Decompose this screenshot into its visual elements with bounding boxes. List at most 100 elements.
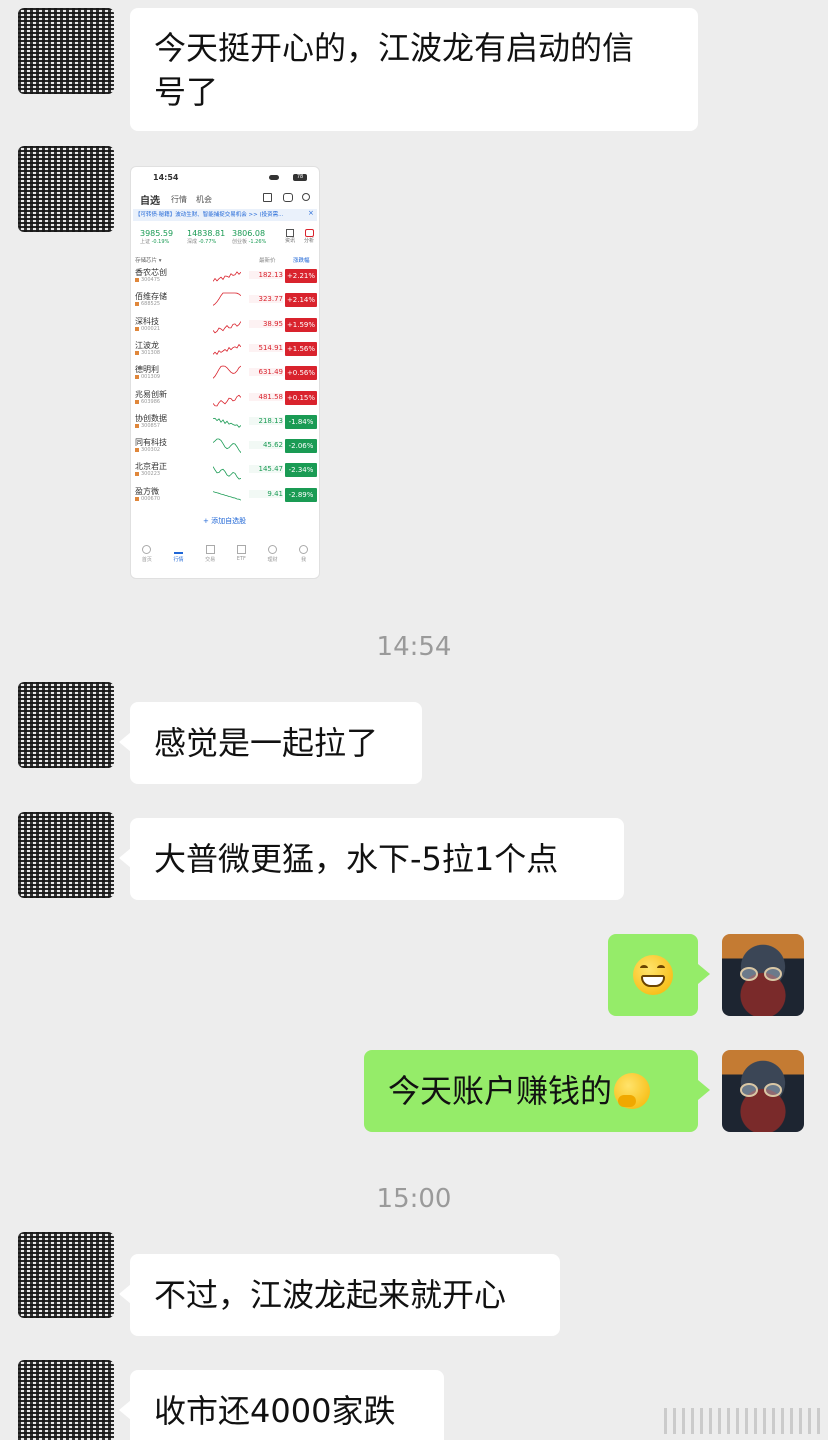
stock-code: 001309 — [141, 374, 161, 381]
message-bubble[interactable]: 不过，江波龙起来就开心 — [130, 1254, 560, 1336]
watermark — [664, 1408, 824, 1434]
search-icon[interactable] — [302, 193, 310, 201]
stock-code: 300475 — [141, 277, 161, 283]
nav-etf[interactable]: ETF — [237, 543, 246, 573]
banner-text: 【可转债·秘籍】波动生财、智能捕捉交易机会 >> (投资需... — [135, 212, 284, 218]
market-badge-icon — [135, 326, 139, 331]
message-text: 不过，江波龙起来就开心 — [154, 1276, 507, 1314]
sort-change[interactable]: 涨跌幅 — [293, 256, 310, 264]
index-name: 深成 — [187, 239, 198, 245]
market-badge-icon — [135, 302, 139, 307]
my-avatar[interactable] — [722, 1050, 804, 1132]
nav-market[interactable]: 行情 — [173, 543, 183, 573]
stock-row[interactable]: 佰维存储 688525 323.77 +2.14% — [131, 289, 319, 313]
sparkline — [213, 417, 241, 428]
index-name: 上证 — [140, 239, 151, 245]
sparkline — [213, 490, 241, 501]
stock-price: 38.95 — [249, 319, 283, 328]
contact-avatar[interactable] — [18, 812, 114, 898]
stock-row[interactable]: 深科技 000021 38.95 +1.59% — [131, 314, 319, 338]
stock-row[interactable]: 盈方微 000670 9.41 -2.89% — [131, 484, 319, 508]
stock-code: 603986 — [141, 398, 161, 405]
stock-change: +2.14% — [285, 293, 317, 308]
stock-price: 9.41 — [249, 489, 283, 498]
stock-code: 300857 — [141, 422, 161, 429]
stock-change: -2.06% — [285, 439, 317, 454]
tab-watchlist[interactable]: 自选 — [140, 192, 160, 207]
image-message[interactable]: 14:54 78 自选 行情 机会 【可转债·秘籍】波动生财、智能捕捉交易机会 … — [130, 166, 320, 579]
close-icon[interactable]: × — [308, 209, 314, 217]
edit-icon[interactable] — [263, 193, 272, 202]
market-badge-icon — [135, 399, 139, 404]
sparkline — [213, 466, 241, 480]
nav-me[interactable]: 我 — [299, 543, 309, 573]
index-value: 3985.59 — [140, 229, 174, 238]
my-avatar[interactable] — [722, 934, 804, 1016]
promo-banner[interactable]: 【可转债·秘籍】波动生财、智能捕捉交易机会 >> (投资需... — [133, 209, 317, 221]
index-change: -0.77% — [198, 239, 217, 245]
stock-row[interactable]: 北京君正 300223 145.47 -2.34% — [131, 459, 319, 483]
message-bubble[interactable]: 大普微更猛，水下-5拉1个点 — [130, 818, 624, 900]
news-icon[interactable]: 资讯 — [285, 229, 295, 245]
index-cy[interactable]: 3806.08 创业板 -1.26% — [232, 229, 266, 245]
stock-change: -1.84% — [285, 414, 317, 429]
timestamp: 14:54 — [376, 632, 452, 662]
contact-avatar[interactable] — [18, 8, 114, 94]
contact-avatar[interactable] — [18, 1360, 114, 1440]
message-text: 感觉是一起拉了 — [154, 724, 379, 762]
stock-code: 000021 — [141, 325, 161, 332]
market-badge-icon — [135, 278, 139, 282]
tab-market[interactable]: 行情 — [171, 194, 187, 205]
message-text: 今天账户赚钱的 — [388, 1072, 613, 1110]
index-sh[interactable]: 3985.59 上证 -0.19% — [140, 229, 173, 245]
message-bubble[interactable] — [608, 934, 698, 1016]
tab-opportunity[interactable]: 机会 — [196, 194, 212, 205]
stock-price: 218.13 — [249, 416, 283, 425]
market-badge-icon — [135, 350, 139, 355]
stock-row[interactable]: 香农芯创 300475 182.13 +2.21% — [131, 265, 319, 289]
analysis-icon[interactable]: 分析 — [303, 229, 315, 245]
market-badge-icon — [135, 423, 139, 428]
stock-price: 514.91 — [249, 343, 283, 352]
stock-row[interactable]: 协创数据 300857 218.13 -1.84% — [131, 411, 319, 435]
sort-price[interactable]: 最新价 — [259, 256, 276, 264]
nav-home[interactable]: 首页 — [142, 543, 152, 573]
robot-icon[interactable] — [283, 193, 293, 202]
stock-row[interactable]: 江波龙 301308 514.91 +1.56% — [131, 338, 319, 362]
stock-price: 481.58 — [249, 392, 283, 401]
index-value: 3806.08 — [232, 229, 266, 238]
index-change: -1.26% — [248, 239, 267, 245]
message-bubble[interactable]: 感觉是一起拉了 — [130, 702, 422, 784]
add-watchlist-button[interactable]: + 添加自选股 — [203, 516, 246, 526]
contact-avatar[interactable] — [18, 1232, 114, 1318]
stock-code: 000670 — [141, 495, 161, 502]
sparkline — [213, 394, 241, 406]
index-value: 14838.81 — [187, 229, 226, 238]
signal-icon — [269, 175, 279, 180]
status-time: 14:54 — [153, 173, 179, 182]
stock-price: 323.77 — [249, 295, 283, 304]
nav-trade[interactable]: 交易 — [205, 543, 215, 573]
nav-wealth[interactable]: 理财 — [268, 543, 278, 573]
stock-row[interactable]: 同有科技 300302 45.62 -2.06% — [131, 435, 319, 459]
contact-avatar[interactable] — [18, 146, 114, 232]
sparkline — [213, 343, 241, 355]
stock-change: +0.15% — [285, 390, 317, 405]
bubble-tail — [698, 964, 710, 984]
message-text: 号了 — [154, 72, 219, 111]
group-selector[interactable]: 存储芯片 ▾ — [135, 256, 162, 264]
message-bubble[interactable]: 今天账户赚钱的 — [364, 1050, 698, 1132]
contact-avatar[interactable] — [18, 682, 114, 768]
market-badge-icon — [135, 375, 139, 380]
index-name: 创业板 — [232, 239, 248, 245]
stock-price: 45.62 — [249, 441, 283, 450]
message-bubble[interactable]: 收市还4000家跌 — [130, 1370, 444, 1440]
stock-price: 631.49 — [249, 368, 283, 377]
index-sz[interactable]: 14838.81 深成 -0.77% — [187, 229, 225, 245]
stock-row[interactable]: 德明利 001309 631.49 +0.56% — [131, 362, 319, 386]
timestamp: 15:00 — [376, 1184, 452, 1214]
message-bubble[interactable]: 今天挺开心的，江波龙有启动的信 号了 — [130, 8, 698, 131]
bottom-nav: 首页 行情 交易 ETF 理财 我 — [131, 543, 319, 573]
stock-change: -2.89% — [285, 487, 317, 502]
stock-row[interactable]: 兆易创新 603986 481.58 +0.15% — [131, 387, 319, 411]
